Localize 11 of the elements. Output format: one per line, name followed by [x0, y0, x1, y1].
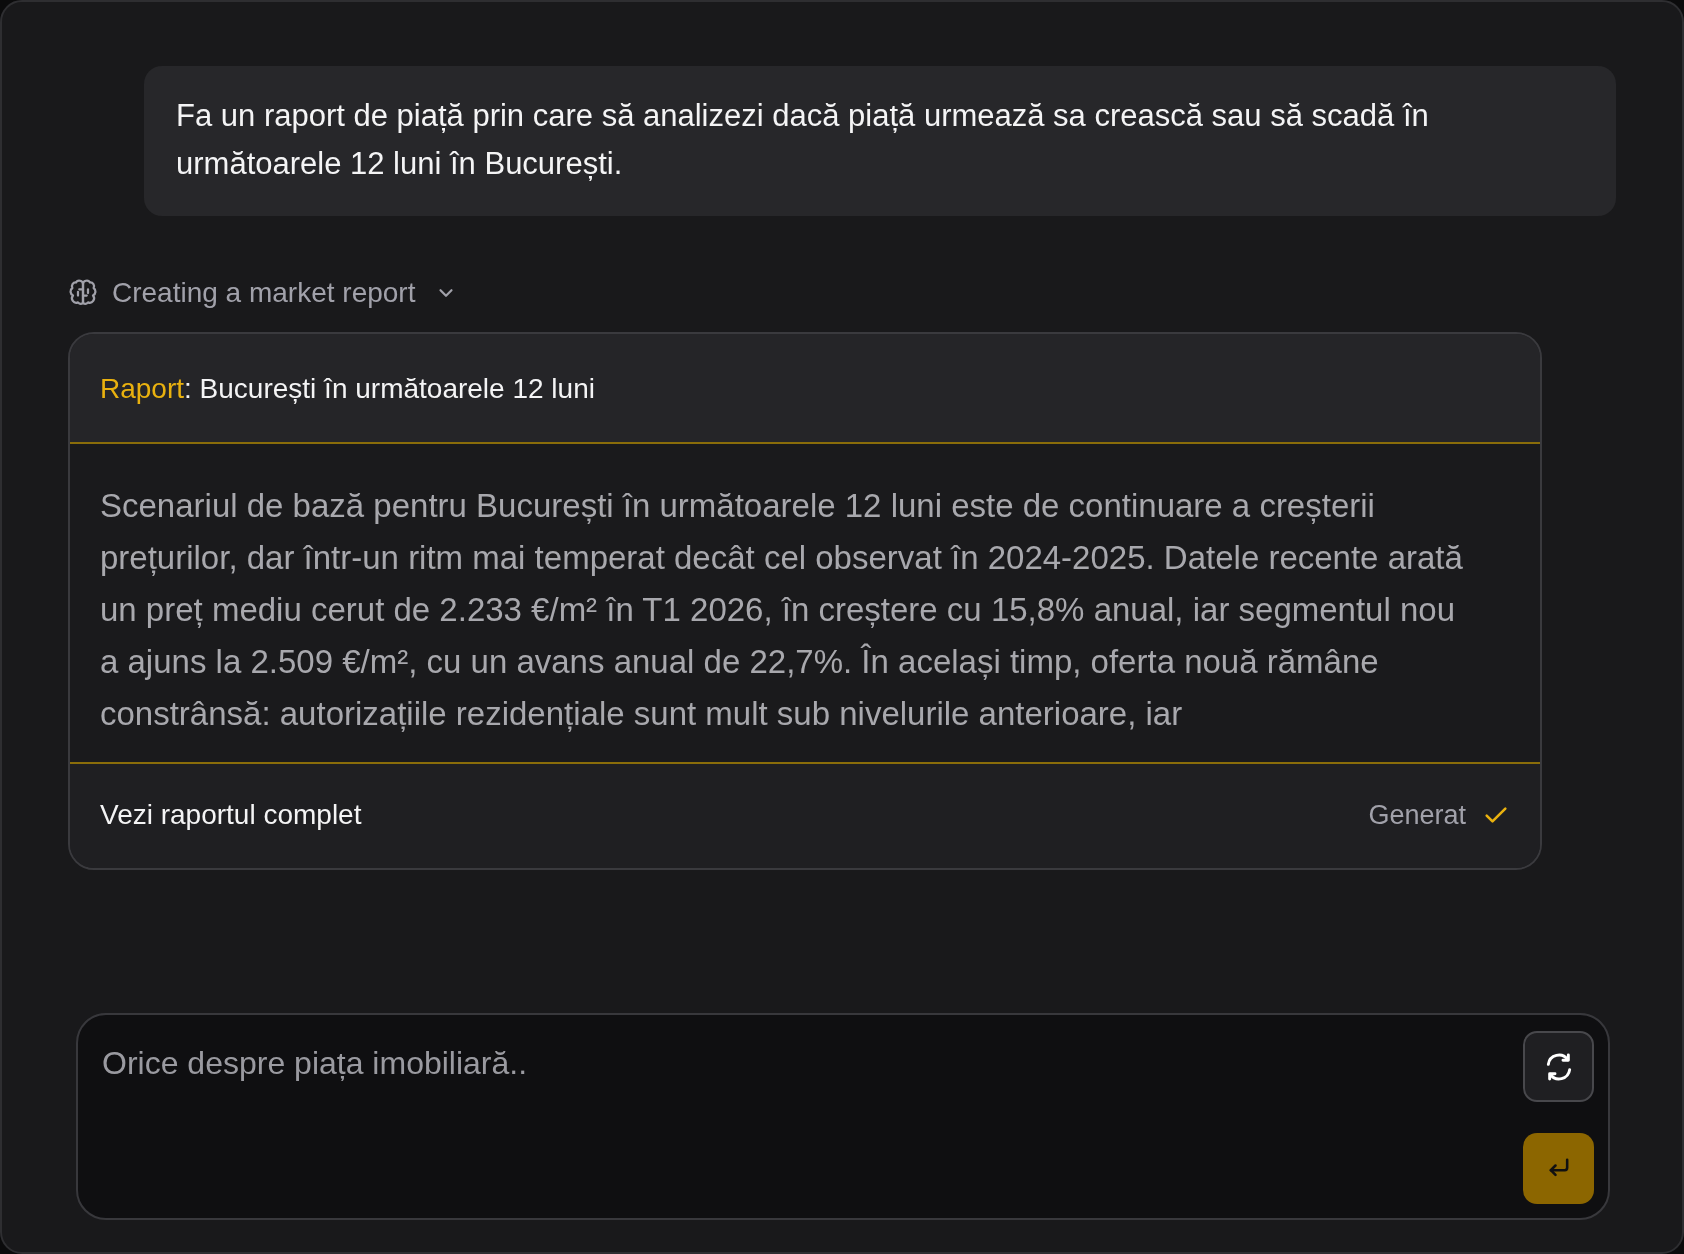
send-button[interactable]: [1523, 1133, 1594, 1204]
message-input[interactable]: Orice despre piața imobiliară..: [102, 1031, 1511, 1095]
report-text: Scenariul de bază pentru București în următoarele 12 luni este de continuare a creșterii prețurilor, dar într-un ritm mai temperat decât cel observat în 2024-2025. Datele recente arată un preț mediu cerut de 2.233 €/m² în T1 2026, în creștere cu 15,8% anual, iar segmentul nou a ajuns la 2.509 €/m², cu un avans anual de 22,7%. În același timp, oferta nouă rămâne constrânsă: autorizațiile rezidențiale sunt mult sub nivelurile anterioare, iar: [100, 486, 1464, 734]
user-message: Fa un raport de piață prin care să analizezi dacă piață urmează sa crească sau să scadă în următoarele 12 luni în București.: [144, 66, 1616, 216]
message-composer[interactable]: Orice despre piața imobiliară..: [76, 1013, 1610, 1220]
brain-icon: [68, 278, 98, 308]
refresh-button[interactable]: [1523, 1031, 1594, 1102]
thinking-toggle[interactable]: Creating a market report: [68, 272, 458, 314]
report-title: Raport: București în următoarele 12 luni: [70, 334, 1540, 444]
full-report-link[interactable]: Vezi raportul complet: [100, 794, 362, 836]
status-label: Generat: [1368, 798, 1466, 832]
